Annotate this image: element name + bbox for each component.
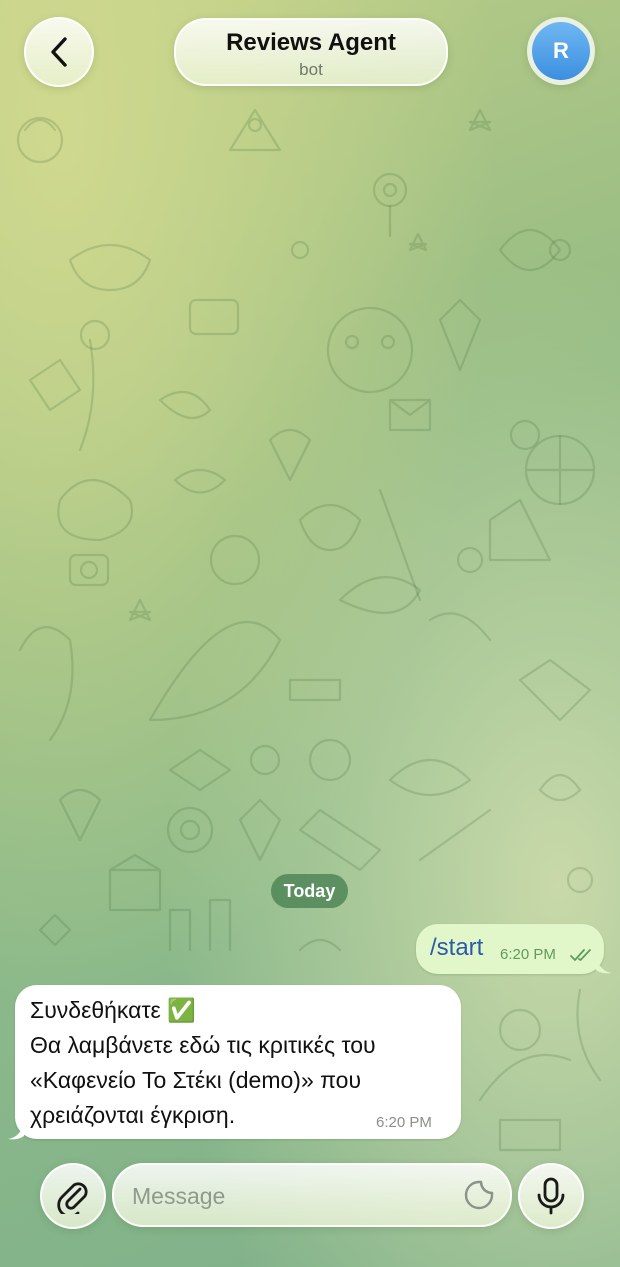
outgoing-bubble-tail	[596, 956, 612, 974]
paperclip-icon	[57, 1182, 88, 1214]
outgoing-message-bubble[interactable]: /start 6:20 PM	[416, 924, 604, 974]
chat-title-pill[interactable]: Reviews Agent bot	[174, 18, 448, 86]
message-line: Θα λαμβάνετε εδώ τις κριτικές του	[30, 1032, 376, 1058]
message-line: Συνδεθήκατε ✅	[30, 997, 196, 1023]
message-time: 6:20 PM	[500, 946, 556, 963]
message-input[interactable]	[130, 1175, 454, 1217]
sticker-icon	[464, 1180, 494, 1210]
chat-screen: Reviews Agent bot R Today /start 6:20 PM…	[0, 0, 620, 1267]
chat-subtitle: bot	[299, 60, 323, 79]
chat-title: Reviews Agent	[226, 29, 396, 56]
message-line: «Καφενείο Το Στέκι (demo)» που	[30, 1067, 362, 1093]
sticker-button[interactable]	[462, 1178, 496, 1212]
avatar: R	[532, 22, 590, 80]
incoming-message-bubble[interactable]: Συνδεθήκατε ✅ Θα λαμβάνετε εδώ τις κριτι…	[15, 985, 461, 1139]
microphone-button[interactable]	[518, 1163, 584, 1229]
back-button[interactable]	[24, 17, 94, 87]
date-separator: Today	[271, 874, 348, 908]
double-check-icon	[570, 949, 591, 961]
message-time: 6:20 PM	[376, 1114, 432, 1131]
command-link[interactable]: /start	[430, 934, 483, 962]
chevron-left-icon	[51, 37, 67, 67]
incoming-bubble-tail	[8, 1122, 24, 1140]
message-text: Συνδεθήκατε ✅ Θα λαμβάνετε εδώ τις κριτι…	[30, 993, 455, 1133]
microphone-icon	[537, 1177, 565, 1215]
attach-button[interactable]	[40, 1163, 106, 1229]
avatar-button[interactable]: R	[527, 17, 595, 85]
message-field[interactable]	[112, 1163, 512, 1227]
